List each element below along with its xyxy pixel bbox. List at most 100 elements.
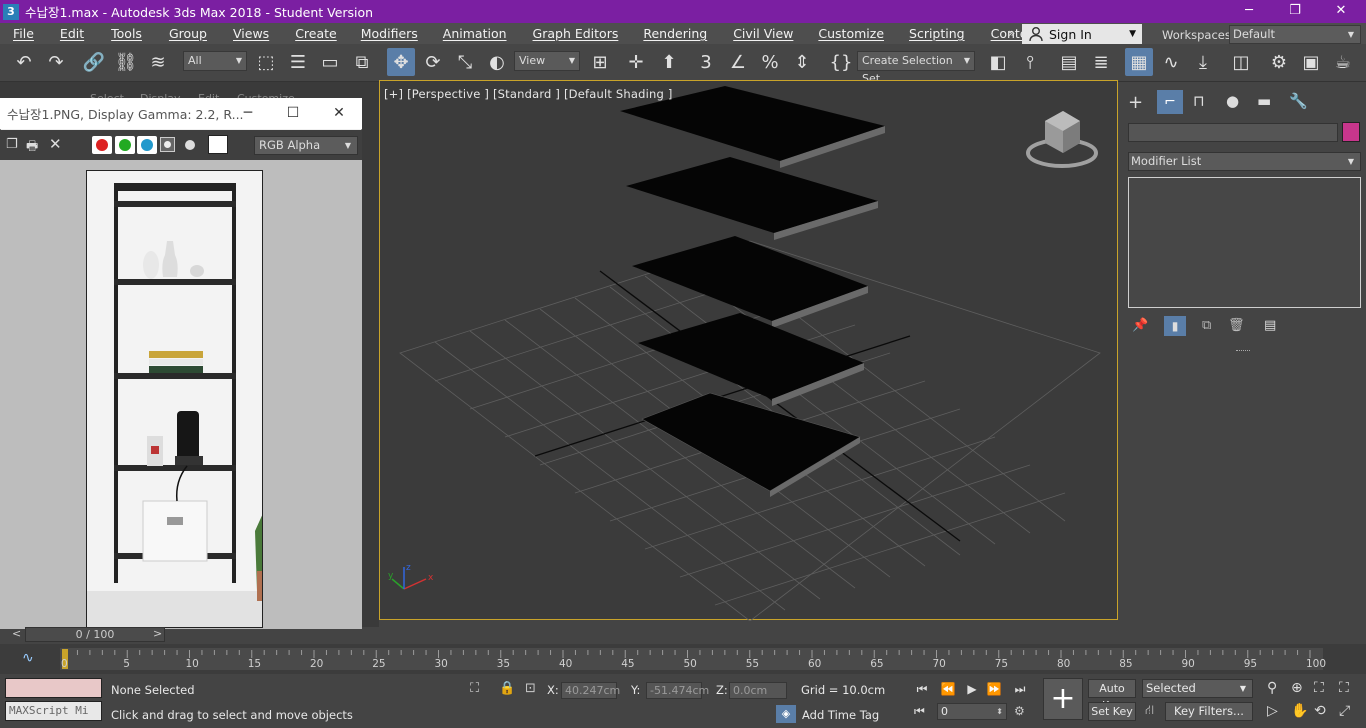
- fb-close-icon[interactable]: ✕: [316, 98, 362, 129]
- remove-modifier-icon[interactable]: 🗑: [1228, 318, 1245, 333]
- modify-tab-icon[interactable]: ⌐: [1157, 90, 1183, 114]
- perspective-viewport[interactable]: x y z: [379, 80, 1118, 621]
- maxscript-mini-listener[interactable]: [5, 678, 102, 698]
- set-keys-button[interactable]: +: [1043, 678, 1083, 720]
- select-and-scale-icon[interactable]: ⤡: [451, 48, 479, 76]
- set-key-button[interactable]: Set Key: [1088, 702, 1136, 721]
- link-icon[interactable]: 🔗: [80, 48, 108, 76]
- select-by-name-icon[interactable]: ☰: [284, 48, 312, 76]
- show-end-result-icon[interactable]: ▮: [1164, 316, 1186, 336]
- menu-modifiers[interactable]: Modifiers: [337, 26, 418, 41]
- y-coordinate-field[interactable]: -51.474cm: [646, 682, 709, 699]
- time-slider[interactable]: 0 / 100: [25, 627, 165, 642]
- clear-image-icon[interactable]: ✕: [49, 135, 62, 153]
- object-name-field[interactable]: [1128, 123, 1338, 142]
- curve-editor-icon[interactable]: ∿: [1157, 48, 1185, 76]
- window-crossing-icon[interactable]: ⧉: [348, 48, 376, 76]
- align-icon[interactable]: ⫯: [1016, 48, 1044, 76]
- reference-coordinate-dropdown[interactable]: View ▼: [514, 51, 580, 71]
- time-configuration-icon[interactable]: ⚙: [1014, 704, 1025, 718]
- maximize-viewport-icon[interactable]: ⤢: [1339, 703, 1350, 719]
- ribbon-toggle-icon[interactable]: ▦: [1125, 48, 1153, 76]
- absolute-mode-icon[interactable]: ⊡: [525, 681, 536, 696]
- zoom-extents-all-icon[interactable]: ⛶: [1339, 680, 1349, 696]
- render-setup-icon[interactable]: ⚙: [1265, 48, 1293, 76]
- snaps-toggle-icon[interactable]: 3: [692, 48, 720, 76]
- menu-views[interactable]: Views: [207, 26, 269, 41]
- blue-channel-toggle[interactable]: [137, 136, 157, 154]
- green-channel-toggle[interactable]: [115, 136, 135, 154]
- key-filters-button[interactable]: Key Filters...: [1165, 702, 1253, 721]
- key-mode-icon[interactable]: ⏮: [914, 704, 925, 719]
- time-tag-icon[interactable]: ◈: [776, 705, 796, 723]
- object-color-swatch[interactable]: [1342, 122, 1360, 142]
- bind-space-warp-icon[interactable]: ≋: [144, 48, 172, 76]
- workspaces-dropdown[interactable]: Default ▼: [1229, 25, 1361, 44]
- configure-modifier-sets-icon[interactable]: ▤: [1264, 318, 1276, 333]
- menu-graph-editors[interactable]: Graph Editors: [507, 26, 619, 41]
- modifier-list-dropdown[interactable]: Modifier List ▼: [1128, 152, 1361, 171]
- menu-animation[interactable]: Animation: [418, 26, 507, 41]
- viewport-label-menu[interactable]: [+] [Perspective ] [Standard ] [Default …: [384, 87, 673, 101]
- rectangular-selection-icon[interactable]: ▭: [316, 48, 344, 76]
- next-frame-icon[interactable]: ⏩: [984, 680, 1004, 698]
- mirror-icon[interactable]: ◧: [984, 48, 1012, 76]
- fb-maximize-icon[interactable]: ☐: [270, 98, 316, 129]
- redo-icon[interactable]: ↷: [42, 48, 70, 76]
- unlink-icon[interactable]: ⛓: [112, 48, 140, 76]
- copy-image-icon[interactable]: ❐: [6, 137, 18, 152]
- menu-civil-view[interactable]: Civil View: [707, 26, 793, 41]
- time-slider-prev[interactable]: <: [12, 627, 21, 640]
- zoom-icon[interactable]: ⚲: [1267, 680, 1277, 696]
- utilities-tab-icon[interactable]: 🔧: [1289, 92, 1308, 110]
- zoom-all-icon[interactable]: ⊕: [1291, 680, 1303, 696]
- sign-in-button[interactable]: Sign In ▼: [1022, 24, 1142, 44]
- menu-customize[interactable]: Customize: [793, 26, 884, 41]
- selection-lock-icon[interactable]: 🔒: [499, 681, 515, 696]
- z-coordinate-field[interactable]: 0.0cm: [729, 682, 787, 699]
- app-icon[interactable]: 3: [3, 3, 19, 20]
- make-unique-icon[interactable]: ⧉: [1202, 318, 1211, 333]
- menu-file[interactable]: File: [0, 26, 34, 41]
- restore-button[interactable]: ❐: [1272, 0, 1318, 23]
- close-button[interactable]: ✕: [1318, 0, 1364, 23]
- selection-set-dropdown[interactable]: Selected ▼: [1142, 679, 1253, 698]
- undo-icon[interactable]: ↶: [10, 48, 38, 76]
- percent-snap-icon[interactable]: %: [756, 48, 784, 76]
- select-object-icon[interactable]: ⬚: [252, 48, 280, 76]
- selection-filter-dropdown[interactable]: All ▼: [183, 51, 247, 71]
- schematic-view-icon[interactable]: ⤓: [1189, 48, 1217, 76]
- x-coordinate-field[interactable]: 40.247cm: [561, 682, 620, 699]
- select-and-rotate-icon[interactable]: ⟳: [419, 48, 447, 76]
- render-production-icon[interactable]: ☕: [1329, 48, 1357, 76]
- previous-frame-icon[interactable]: ⏪: [938, 680, 958, 698]
- fb-minimize-icon[interactable]: ─: [225, 98, 271, 129]
- add-time-tag[interactable]: Add Time Tag: [802, 708, 879, 722]
- red-channel-toggle[interactable]: [92, 136, 112, 154]
- scene-explorer-icon[interactable]: ▤: [1055, 48, 1083, 76]
- play-icon[interactable]: ▶: [962, 680, 982, 698]
- material-editor-icon[interactable]: ◫: [1227, 48, 1255, 76]
- pin-stack-icon[interactable]: 📌: [1132, 318, 1148, 333]
- select-and-place-icon[interactable]: ◐: [483, 48, 511, 76]
- edit-named-selection-icon[interactable]: {}: [827, 48, 855, 76]
- zoom-extents-icon[interactable]: ⛶: [1314, 680, 1324, 696]
- menu-create[interactable]: Create: [269, 26, 337, 41]
- manipulate-icon[interactable]: ✛: [622, 48, 650, 76]
- auto-key-button[interactable]: Auto Key: [1088, 679, 1136, 712]
- maxscript-input[interactable]: MAXScript Mi: [5, 701, 102, 721]
- menu-rendering[interactable]: Rendering: [618, 26, 707, 41]
- current-frame-field[interactable]: 0 ⬍: [937, 703, 1007, 720]
- go-to-end-icon[interactable]: ⏭: [1010, 680, 1030, 698]
- display-channel-dropdown[interactable]: RGB Alpha ▼: [254, 136, 358, 155]
- monochrome-toggle[interactable]: [185, 140, 195, 150]
- named-selection-set-dropdown[interactable]: Create Selection Set ▼: [857, 51, 975, 85]
- menu-scripting[interactable]: Scripting: [884, 26, 965, 41]
- isolate-selection-icon[interactable]: ⛶: [470, 681, 479, 696]
- create-tab-icon[interactable]: +: [1128, 92, 1143, 113]
- time-slider-next[interactable]: >: [153, 627, 162, 640]
- display-tab-icon[interactable]: ▬: [1257, 92, 1271, 110]
- alpha-channel-toggle[interactable]: [160, 137, 175, 152]
- rendered-frame-window-icon[interactable]: ▣: [1297, 48, 1325, 76]
- menu-edit[interactable]: Edit: [34, 26, 84, 41]
